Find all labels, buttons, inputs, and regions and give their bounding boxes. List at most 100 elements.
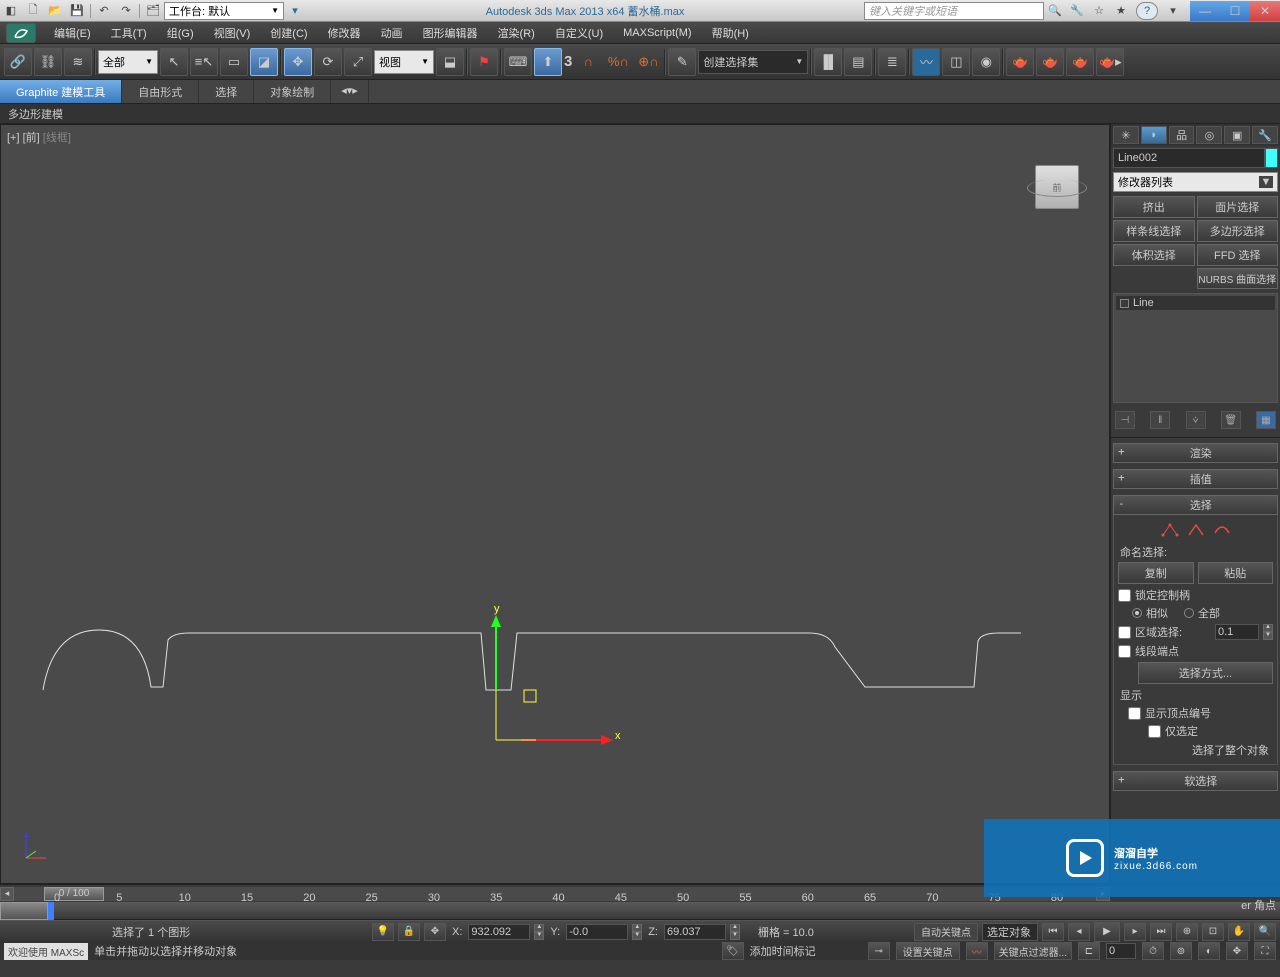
next-frame-icon[interactable]: ▸ [1124,923,1146,941]
schematic-icon[interactable]: ◫ [942,48,970,76]
maxscript-listener[interactable]: 欢迎使用 MAXSc [4,943,88,960]
maximize-button[interactable]: ☐ [1220,1,1250,21]
new-icon[interactable]: 🗋 [22,2,44,20]
object-color-swatch[interactable] [1265,148,1278,168]
spinner-snap-icon[interactable]: ⊕∩ [634,48,662,76]
time-prev-icon[interactable]: ◂ [0,887,14,901]
tab-graphite[interactable]: Graphite 建模工具 [0,80,122,103]
lock-selection-icon[interactable]: 🔒 [398,923,420,941]
ribbon-expand-icon[interactable]: ◂▾▸ [331,80,369,103]
help-search-input[interactable]: 键入关键字或短语 [864,2,1044,20]
setkey-button[interactable]: 设置关键点 [896,942,960,960]
add-time-tag[interactable]: 添加时间标记 [750,943,816,959]
redo-icon[interactable]: ↷ [115,2,137,20]
modifier-stack[interactable]: Line [1113,293,1278,403]
menu-edit[interactable]: 编辑(E) [44,22,101,43]
set-vol[interactable]: 体积选择 [1113,244,1195,266]
area-spinner-buttons[interactable]: ▲▼ [1263,624,1273,640]
connect-icon[interactable]: 🔧 [1066,2,1088,20]
timetag-icon[interactable]: 🏷 [722,942,744,960]
select-by-button[interactable]: 选择方式... [1138,662,1273,684]
create-tab-icon[interactable]: ✳ [1113,126,1139,144]
bind-tool-icon[interactable]: ≋ [64,48,92,76]
nav-max-icon[interactable]: ⛶ [1254,942,1276,960]
exchange-icon[interactable]: ☆ [1088,2,1110,20]
remove-mod-icon[interactable]: 🗑 [1221,411,1241,429]
keymode-icon[interactable]: ⊏ [1078,942,1100,960]
curve-editor-icon[interactable]: 〰 [912,48,940,76]
set-spline[interactable]: 样条线选择 [1113,220,1195,242]
open-icon[interactable]: 📂 [44,2,66,20]
nav-btn-4[interactable]: 🔍 [1254,923,1276,941]
percent-snap-icon[interactable]: %∩ [604,48,632,76]
show-end-icon[interactable]: ‖ [1150,411,1170,429]
set-ffd[interactable]: FFD 选择 [1197,244,1279,266]
select-name-icon[interactable]: ≡↖ [190,48,218,76]
isolate-icon[interactable]: ⊸ [868,942,890,960]
link-tool-icon[interactable]: 🔗 [4,48,32,76]
hierarchy-tab-icon[interactable]: 品 [1169,126,1195,144]
project-icon[interactable]: 🗂 [142,2,164,20]
stack-item-line[interactable]: Line [1116,296,1275,310]
similar-radio[interactable] [1132,608,1142,618]
favorite-icon[interactable]: ★ [1110,2,1132,20]
unique-icon[interactable]: ⩒ [1186,411,1206,429]
undo-icon[interactable]: ↶ [93,2,115,20]
vertex-subobj-icon[interactable] [1161,523,1179,537]
menu-modifiers[interactable]: 修改器 [318,22,371,43]
material-editor-icon[interactable]: ◉ [972,48,1000,76]
goto-start-icon[interactable]: ⏮ [1042,923,1064,941]
autokey-button[interactable]: 自动关键点 [914,923,978,941]
workspace-arrow-icon[interactable]: ▾ [284,2,306,20]
nav-pan-icon[interactable]: ✥ [1226,942,1248,960]
tab-selection[interactable]: 选择 [199,80,254,103]
display-tab-icon[interactable]: ▣ [1224,126,1250,144]
rollout-render[interactable]: +渲染 [1113,443,1278,463]
object-name-input[interactable] [1113,148,1265,168]
rollout-softsel[interactable]: +软选择 [1113,771,1278,791]
area-select-checkbox[interactable] [1118,626,1131,639]
menu-rendering[interactable]: 渲染(R) [488,22,545,43]
menu-tools[interactable]: 工具(T) [101,22,157,43]
select-tool-icon[interactable]: ↖ [160,48,188,76]
rollout-interpolation[interactable]: +插值 [1113,469,1278,489]
viewport-front[interactable]: [+] [前] [线框] 前 x y z [0,124,1110,884]
workspace-dropdown[interactable]: 工作台: 默认▼ [164,2,284,20]
rollout-selection[interactable]: -选择 [1113,495,1278,515]
ref-coord-dropdown[interactable]: 视图▼ [374,50,434,74]
set-poly[interactable]: 多边形选择 [1197,220,1279,242]
render-icon[interactable]: 🫖 [1066,48,1094,76]
close-button[interactable]: ✕ [1250,1,1280,21]
rotate-tool-icon[interactable]: ⟳ [314,48,342,76]
time-config-icon[interactable]: ⏱ [1142,942,1164,960]
menu-animation[interactable]: 动画 [371,22,413,43]
app-logo-icon[interactable] [6,23,36,43]
keymode-dropdown[interactable]: 选定对象 [982,923,1038,941]
render-frame-icon[interactable]: 🫖 [1036,48,1064,76]
frame-ruler[interactable] [0,902,1280,920]
set-nurbs[interactable]: NURBS 曲面选择 [1197,268,1279,289]
manipulate-icon[interactable]: ⚑ [470,48,498,76]
motion-tab-icon[interactable]: ◎ [1196,126,1222,144]
move-tool-icon[interactable]: ✥ [284,48,312,76]
save-icon[interactable]: 💾 [66,2,88,20]
menu-maxscript[interactable]: MAXScript(M) [613,22,701,43]
named-sel-edit-icon[interactable]: ✎ [668,48,696,76]
absolute-mode-icon[interactable]: ✥ [424,923,446,941]
render-prod-icon[interactable]: 🫖▸ [1096,48,1124,76]
x-coord-input[interactable]: 932.092 [468,924,530,940]
align-tool-icon[interactable]: ▤ [844,48,872,76]
y-coord-input[interactable]: -0.0 [566,924,628,940]
pin-stack-icon[interactable]: ⊣ [1115,411,1135,429]
nav-btn-2[interactable]: ⊡ [1202,923,1224,941]
rect-select-icon[interactable]: ▭ [220,48,248,76]
nav-fov-icon[interactable]: ◐ [1198,942,1220,960]
utilities-tab-icon[interactable]: 🔧 [1252,126,1278,144]
set-patch[interactable]: 面片选择 [1197,196,1279,218]
help-icon[interactable]: ? [1136,2,1158,20]
angle-snap-icon[interactable]: ∩ [574,48,602,76]
named-selection-dropdown[interactable]: 创建选择集▼ [698,50,808,74]
menu-group[interactable]: 组(G) [157,22,204,43]
menu-customize[interactable]: 自定义(U) [545,22,613,43]
unlink-tool-icon[interactable]: ⛓ [34,48,62,76]
